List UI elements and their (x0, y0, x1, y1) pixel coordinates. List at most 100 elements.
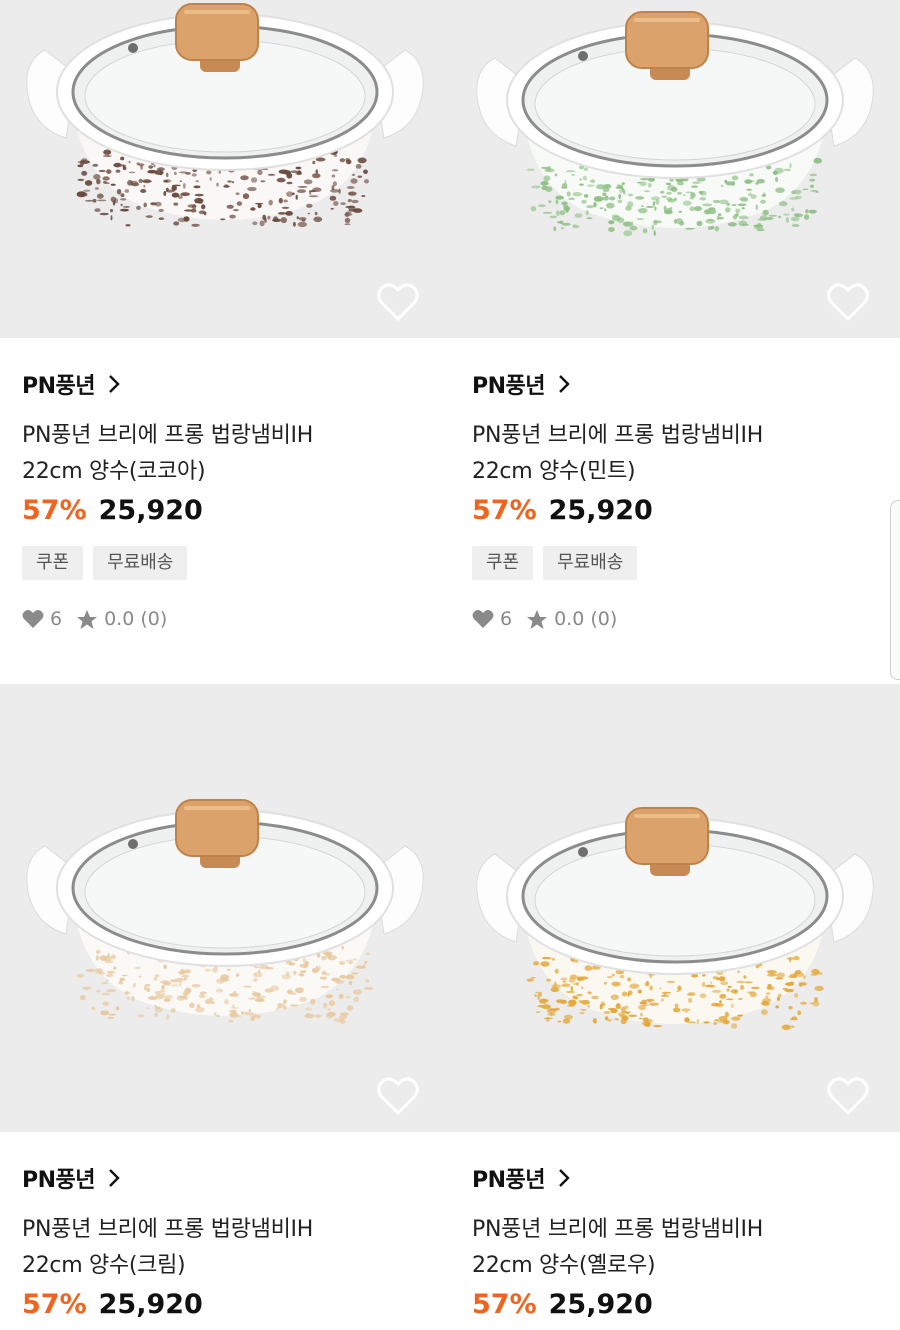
speckle (224, 184, 229, 186)
wishlist-heart-icon[interactable] (376, 282, 420, 322)
price-row: 57% 25,920 (472, 1286, 878, 1322)
speckle (296, 216, 299, 220)
speckle (312, 173, 321, 179)
speckle (351, 199, 359, 204)
speckle (784, 982, 794, 986)
speckle (216, 182, 219, 187)
chevron-right-icon (109, 375, 120, 393)
speckle (229, 1007, 239, 1009)
scrollbar-handle[interactable] (890, 500, 900, 680)
speckle (209, 997, 214, 1002)
coupon-badge: 쿠폰 (22, 546, 84, 580)
product-image[interactable] (0, 0, 450, 338)
speckle (679, 220, 685, 226)
product-title[interactable]: PN풍년 브리에 프롱 법랑냄비IH 22cm 양수(코코아) (22, 418, 428, 490)
brand-name: PN풍년 (472, 374, 546, 399)
speckle (735, 212, 739, 218)
speckle (120, 208, 129, 212)
speckle (95, 954, 99, 961)
speckle (763, 192, 766, 197)
product-title[interactable]: PN풍년 브리에 프롱 법랑냄비IH 22cm 양수(옐로우) (472, 1212, 878, 1284)
speckle (583, 167, 589, 171)
product-image[interactable] (0, 684, 450, 1132)
wishlist-heart-icon[interactable] (826, 282, 870, 322)
speckle (543, 175, 551, 182)
product-card[interactable]: PN풍년 PN풍년 브리에 프롱 법랑냄비IH 22cm 양수(민트) 57% … (450, 0, 900, 630)
speckle (627, 193, 634, 197)
speckle (534, 994, 537, 997)
speckle (229, 214, 236, 219)
speckle (649, 985, 653, 991)
speckle (120, 203, 123, 207)
speckle (126, 996, 131, 1000)
speckle (699, 197, 707, 201)
speckle (94, 187, 99, 190)
speckle (209, 1001, 215, 1004)
speckle (586, 217, 593, 220)
wishlist-heart-icon[interactable] (826, 1076, 870, 1116)
speckle (164, 179, 172, 183)
speckle (348, 959, 354, 965)
speckle (760, 199, 766, 204)
product-image[interactable] (450, 0, 900, 338)
speckle (173, 221, 180, 226)
speckle (318, 965, 321, 972)
discount-rate: 57% (472, 1288, 537, 1320)
speckle (581, 986, 584, 990)
speckle (666, 191, 672, 195)
speckle (749, 991, 757, 998)
product-image[interactable] (450, 684, 900, 1132)
wishlist-heart-icon[interactable] (376, 1076, 420, 1116)
speckle (774, 167, 784, 174)
like-count: 6 (50, 608, 63, 630)
speckle (165, 172, 169, 178)
brand-link[interactable]: PN풍년 (22, 370, 428, 399)
product-card[interactable]: PN풍년 PN풍년 브리에 프롱 법랑냄비IH 22cm 양수(크림) 57% … (0, 684, 450, 1322)
speckle (335, 979, 345, 984)
speckle (537, 1004, 546, 1008)
speckle (627, 977, 631, 982)
speckle (540, 961, 550, 967)
speckle (248, 997, 256, 1000)
speckle (229, 1012, 239, 1018)
product-title[interactable]: PN풍년 브리에 프롱 법랑냄비IH 22cm 양수(민트) (472, 418, 878, 490)
speckle (705, 984, 715, 988)
speckle (579, 1011, 585, 1015)
speckle (106, 989, 116, 992)
speckle (212, 967, 218, 973)
discount-rate: 57% (22, 494, 87, 526)
speckle (646, 980, 649, 986)
brand-name: PN풍년 (472, 1168, 546, 1193)
speckle (106, 973, 114, 978)
speckle (216, 1014, 220, 1017)
speckle (775, 1005, 780, 1009)
brand-link[interactable]: PN풍년 (472, 1164, 878, 1193)
speckle (119, 977, 125, 981)
speckle (551, 984, 562, 989)
speckle (122, 206, 131, 208)
speckle (661, 195, 668, 198)
speckle (366, 952, 370, 956)
product-card[interactable]: PN풍년 PN풍년 브리에 프롱 법랑냄비IH 22cm 양수(코코아) 57%… (0, 0, 450, 630)
speckle (124, 189, 130, 193)
speckle (148, 165, 154, 169)
speckle (651, 224, 655, 230)
speckle (283, 199, 288, 203)
product-card[interactable]: PN풍년 PN풍년 브리에 프롱 법랑냄비IH 22cm 양수(옐로우) 57%… (450, 684, 900, 1322)
brand-link[interactable]: PN풍년 (472, 370, 878, 399)
speckle (647, 182, 652, 188)
speckle (297, 221, 307, 228)
speckle (622, 221, 632, 227)
speckle (731, 1023, 738, 1029)
speckle (101, 992, 111, 996)
speckle (111, 954, 116, 960)
speckle (791, 207, 795, 212)
brand-link[interactable]: PN풍년 (22, 1164, 428, 1193)
speckle (364, 979, 370, 983)
speckle (76, 974, 85, 978)
speckle (717, 213, 722, 217)
product-title[interactable]: PN풍년 브리에 프롱 법랑냄비IH 22cm 양수(크림) (22, 1212, 428, 1284)
speckle (586, 184, 595, 187)
title-line-2: 22cm 양수(옐로우) (472, 1253, 656, 1278)
speckle (283, 999, 287, 1004)
